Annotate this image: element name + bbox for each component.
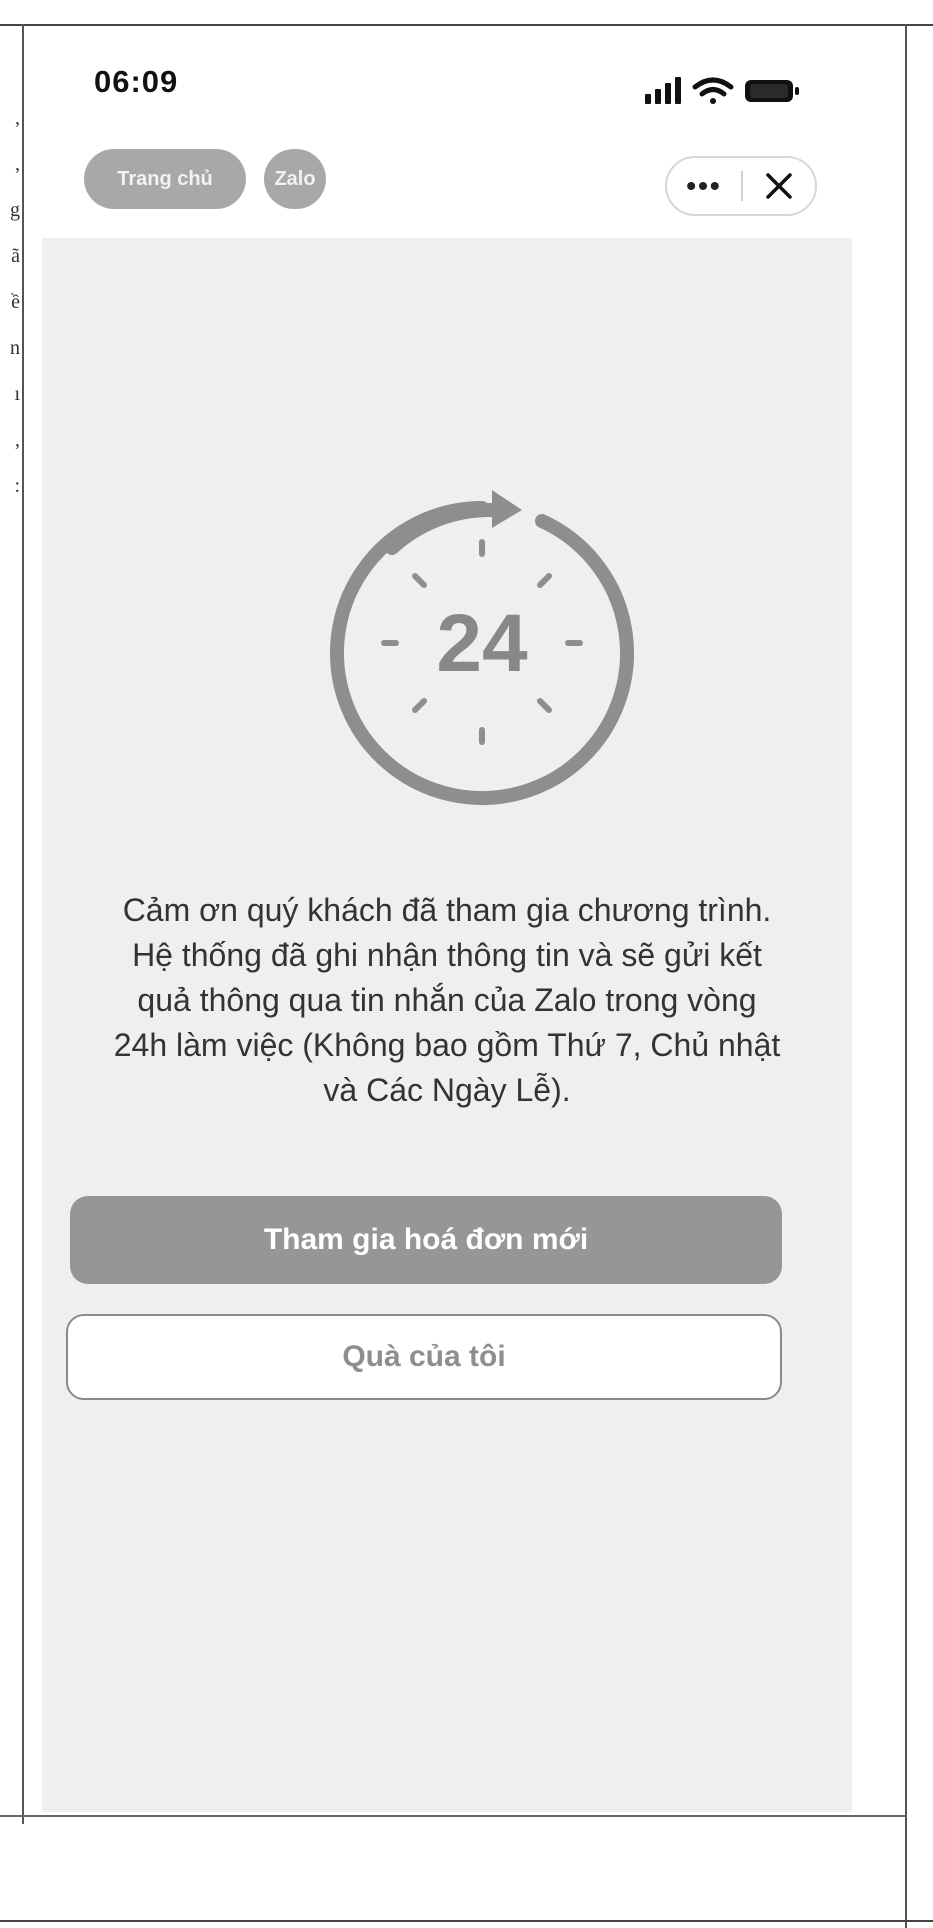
wifi-icon xyxy=(692,77,734,104)
close-icon xyxy=(766,173,792,199)
battery-icon xyxy=(745,80,799,102)
content-panel: 24 Cảm ơn quý khách đã tham gia chương t… xyxy=(42,238,852,1812)
clock-24h-icon: 24 xyxy=(330,490,634,805)
zalo-button[interactable]: Zalo xyxy=(264,149,326,209)
timer-number: 24 xyxy=(436,598,528,689)
cropped-margin-text: ,,gãềnı,: xyxy=(10,107,20,497)
close-button[interactable] xyxy=(743,158,815,214)
home-button[interactable]: Trang chủ xyxy=(84,149,246,209)
confirmation-message: Cảm ơn quý khách đã tham gia chương trìn… xyxy=(113,892,781,1108)
signal-icon xyxy=(645,77,681,104)
mini-app-menu-capsule: ••• xyxy=(665,156,817,216)
scan-border-right xyxy=(905,24,907,1928)
my-gifts-button[interactable]: Quà của tôi xyxy=(66,1314,782,1400)
scan-border-bottom xyxy=(0,1815,905,1817)
more-options-button[interactable]: ••• xyxy=(667,158,741,214)
status-icons xyxy=(645,77,799,104)
join-new-invoice-button[interactable]: Tham gia hoá đơn mới xyxy=(70,1196,782,1284)
scan-border-bottom-outer xyxy=(0,1920,933,1922)
status-time: 06:09 xyxy=(94,64,179,99)
